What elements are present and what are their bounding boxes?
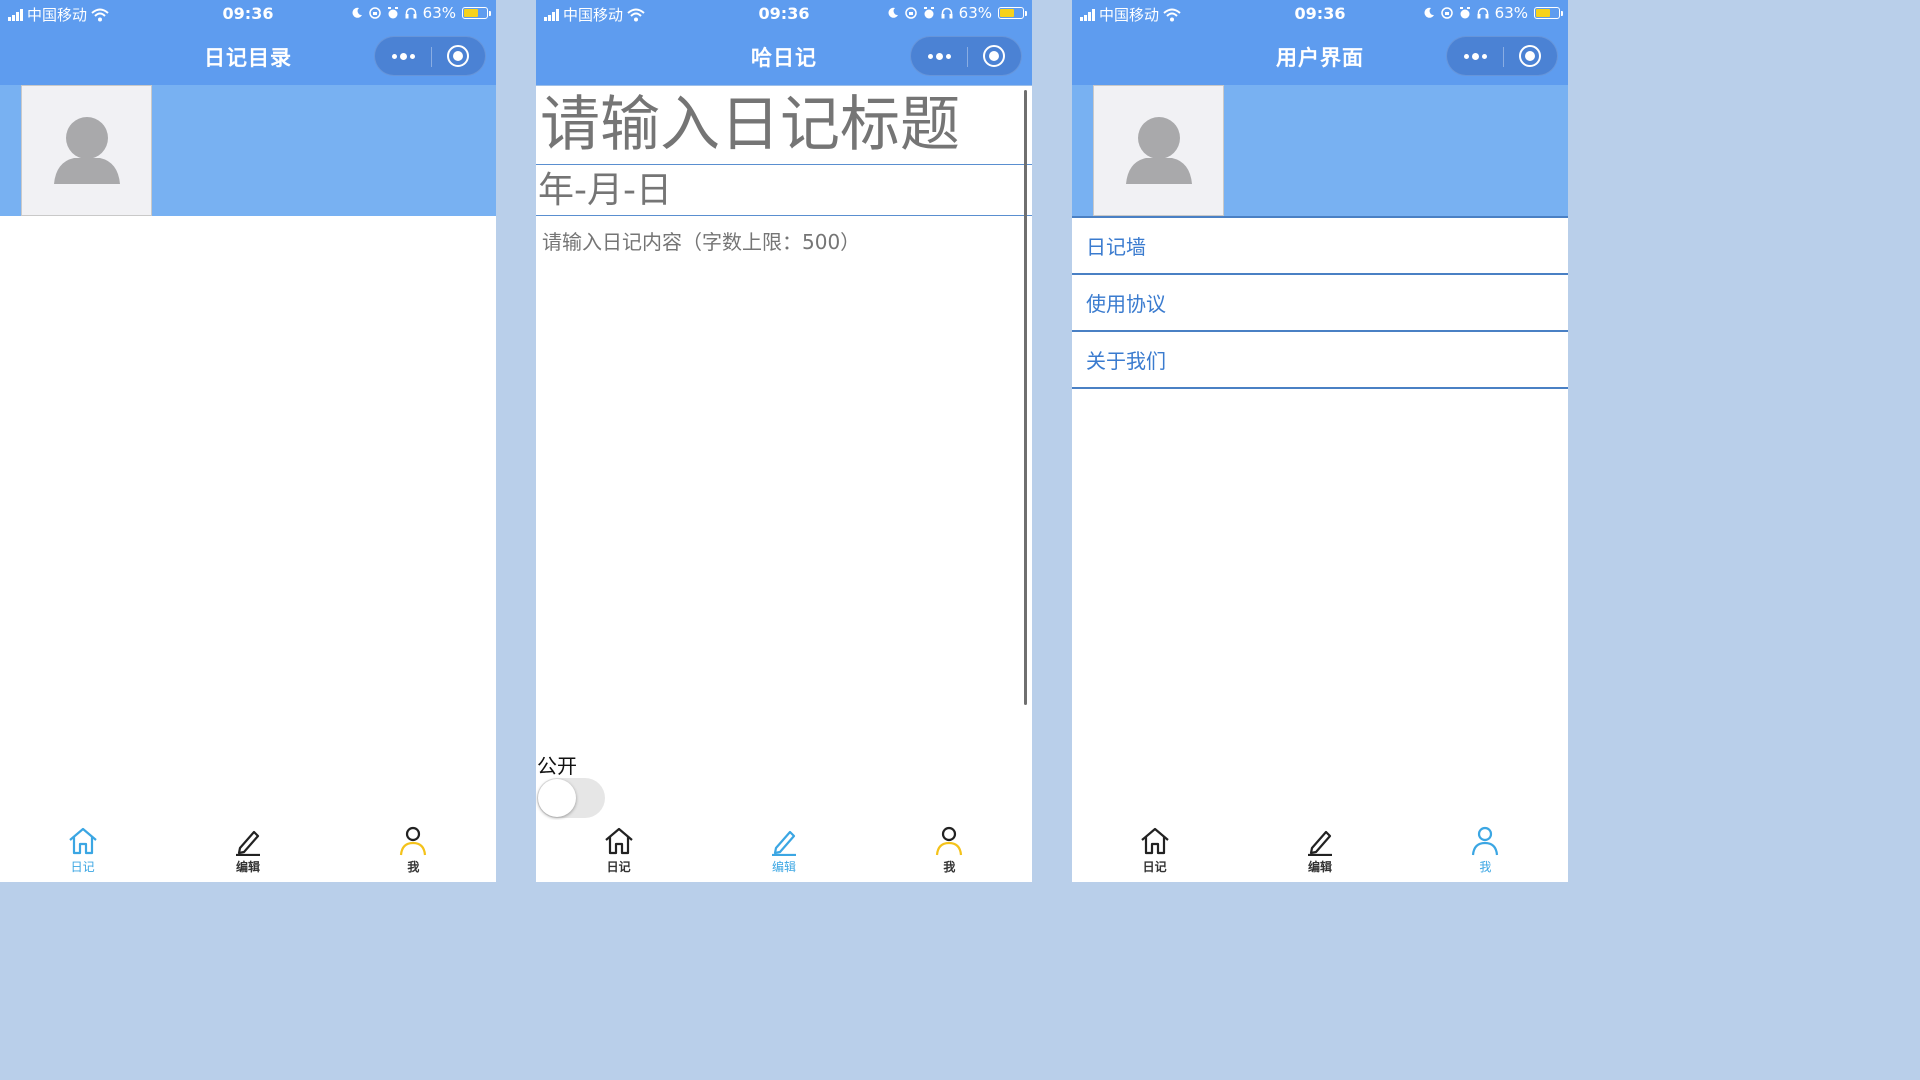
- more-icon[interactable]: [911, 37, 967, 75]
- menu-item-label: 使用协议: [1086, 292, 1166, 316]
- tab-label: 编辑: [1307, 860, 1332, 874]
- tab-home[interactable]: 日记: [1072, 820, 1237, 882]
- home-icon: [67, 826, 99, 856]
- tab-person[interactable]: 我: [867, 820, 1032, 882]
- mini-program-capsule: [910, 36, 1022, 76]
- battery-icon: [1534, 7, 1563, 19]
- person-icon: [1469, 826, 1501, 856]
- status-bar: 中国移动 09:36 63%: [0, 0, 496, 28]
- pencil-icon: [1304, 826, 1336, 856]
- status-bar: 中国移动 09:36 63%: [1072, 0, 1568, 28]
- avatar[interactable]: [1093, 85, 1224, 216]
- rotation-lock-icon: [1440, 7, 1453, 19]
- profile-banner: [0, 85, 496, 216]
- default-avatar-icon: [54, 117, 120, 184]
- headphones-icon: [405, 7, 417, 19]
- menu-item-terms[interactable]: 使用协议: [1072, 275, 1568, 332]
- battery-icon: [998, 7, 1027, 19]
- tab-pencil[interactable]: 编辑: [701, 820, 866, 882]
- tab-person[interactable]: 我: [1403, 820, 1568, 882]
- diary-title-input[interactable]: [536, 85, 1032, 165]
- close-target-icon[interactable]: [983, 45, 1005, 67]
- tab-home[interactable]: 日记: [0, 820, 165, 882]
- home-icon: [1139, 826, 1171, 856]
- battery-icon: [462, 7, 491, 19]
- pencil-icon: [768, 826, 800, 856]
- tab-bar: 日记 编辑 我: [0, 820, 496, 882]
- screen-diary-list: 中国移动 09:36 63% 日记目录 日记 编辑 我: [0, 0, 496, 882]
- mini-program-capsule: [374, 36, 486, 76]
- person-icon: [933, 826, 965, 856]
- close-target-icon[interactable]: [447, 45, 469, 67]
- moon-icon: [888, 7, 898, 18]
- tab-label: 我: [1479, 860, 1492, 874]
- diary-content-textarea[interactable]: [542, 226, 1020, 696]
- tab-bar: 日记 编辑 我: [536, 820, 1032, 882]
- alarm-icon: [387, 7, 398, 19]
- moon-icon: [1424, 7, 1434, 18]
- tab-label: 日记: [606, 860, 631, 874]
- nav-bar: 用户界面: [1072, 28, 1568, 85]
- nav-bar: 日记目录: [0, 28, 496, 85]
- tab-person[interactable]: 我: [331, 820, 496, 882]
- menu-item-diary-wall[interactable]: 日记墙: [1072, 218, 1568, 275]
- nav-bar: 哈日记: [536, 28, 1032, 85]
- tab-pencil[interactable]: 编辑: [165, 820, 330, 882]
- battery-label: 63%: [1494, 4, 1528, 22]
- tab-label: 日记: [70, 860, 95, 874]
- user-menu: 日记墙 使用协议 关于我们: [1072, 216, 1568, 389]
- rotation-lock-icon: [368, 7, 381, 19]
- avatar[interactable]: [21, 85, 152, 216]
- profile-banner: [1072, 85, 1568, 216]
- tab-home[interactable]: 日记: [536, 820, 701, 882]
- tab-label: 编辑: [771, 860, 796, 874]
- screen-diary-editor: 中国移动 09:36 63% 哈日记 公开 日记 编辑 我: [536, 0, 1032, 882]
- content-scrollbar[interactable]: [1024, 90, 1027, 705]
- diary-date-input[interactable]: [536, 165, 1032, 216]
- headphones-icon: [1477, 7, 1489, 19]
- tab-label: 我: [943, 860, 956, 874]
- tab-label: 编辑: [235, 860, 260, 874]
- more-icon[interactable]: [375, 37, 431, 75]
- status-bar: 中国移动 09:36 63%: [536, 0, 1032, 28]
- battery-label: 63%: [958, 4, 992, 22]
- tab-bar: 日记 编辑 我: [1072, 820, 1568, 882]
- menu-item-about-us[interactable]: 关于我们: [1072, 332, 1568, 389]
- battery-label: 63%: [422, 4, 456, 22]
- alarm-icon: [1459, 7, 1470, 19]
- pencil-icon: [232, 826, 264, 856]
- menu-item-label: 关于我们: [1086, 349, 1166, 373]
- home-icon: [603, 826, 635, 856]
- headphones-icon: [941, 7, 953, 19]
- screen-user-profile: 中国移动 09:36 63% 用户界面 日记墙 使用协议 关于我们 日记 编辑 …: [1072, 0, 1568, 882]
- default-avatar-icon: [1126, 117, 1192, 184]
- public-label: 公开: [537, 754, 577, 778]
- person-icon: [397, 826, 429, 856]
- moon-icon: [352, 7, 362, 18]
- toggle-knob: [538, 779, 576, 817]
- menu-item-label: 日记墙: [1086, 235, 1146, 259]
- tab-pencil[interactable]: 编辑: [1237, 820, 1402, 882]
- tab-label: 日记: [1142, 860, 1167, 874]
- rotation-lock-icon: [904, 7, 917, 19]
- more-icon[interactable]: [1447, 37, 1503, 75]
- mini-program-capsule: [1446, 36, 1558, 76]
- public-toggle[interactable]: [537, 778, 605, 818]
- close-target-icon[interactable]: [1519, 45, 1541, 67]
- tab-label: 我: [407, 860, 420, 874]
- alarm-icon: [923, 7, 934, 19]
